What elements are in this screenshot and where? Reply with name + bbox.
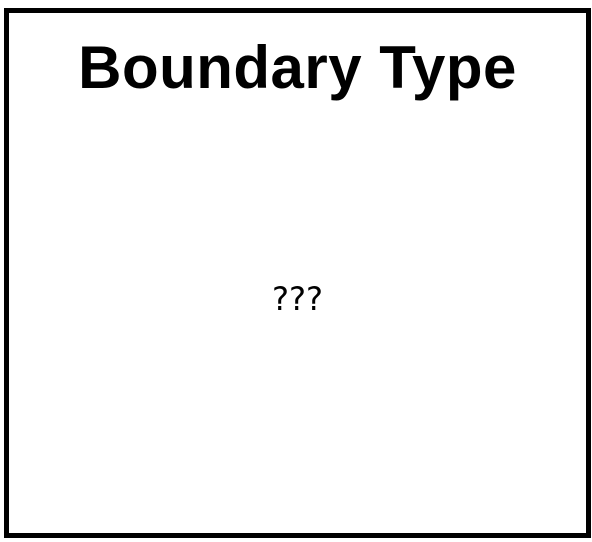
card-value-placeholder: ??? (272, 280, 323, 318)
boundary-type-card: Boundary Type ??? (4, 8, 591, 538)
card-title: Boundary Type (78, 34, 517, 101)
